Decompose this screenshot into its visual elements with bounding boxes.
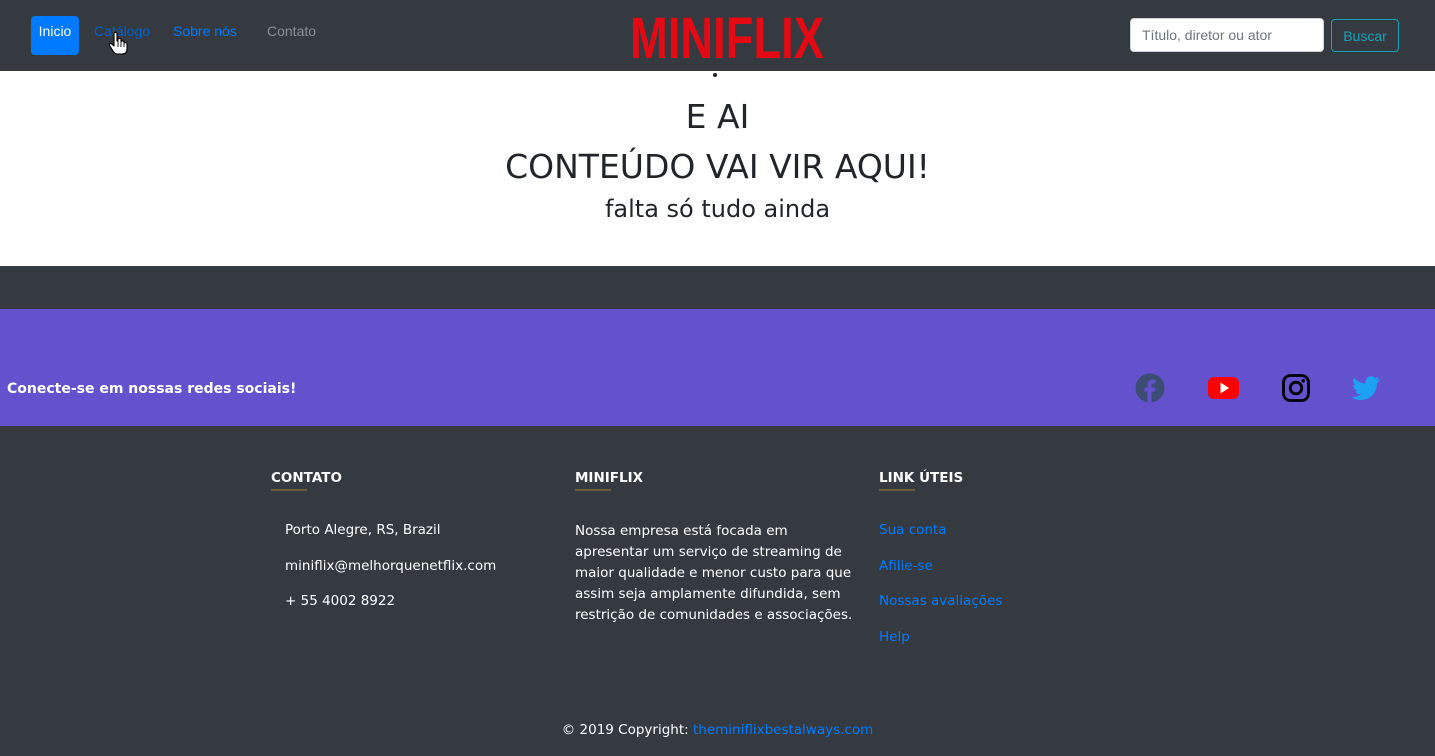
footer-copyright: © 2019 Copyright: theminiflixbestalways.…	[0, 722, 1435, 738]
footer-miniflix-title: MINIFLIX	[575, 470, 644, 486]
social-text: Conecte-se em nossas redes sociais!	[7, 381, 297, 397]
footer-links-divider	[879, 489, 915, 491]
navbar: Inicio Catálogo Sobre nós Contato MINIFL…	[0, 0, 1435, 71]
footer-contato-title: CONTATO	[271, 470, 342, 486]
footer-contato-divider	[271, 489, 307, 491]
nav-link-sobre-nos[interactable]: Sobre nós	[173, 16, 237, 55]
footer-phone: + 55 4002 8922	[285, 593, 396, 609]
facebook-icon[interactable]	[1135, 373, 1165, 403]
hero-dot	[713, 73, 717, 77]
hero-subheading: falta só tudo ainda	[604, 195, 831, 223]
search-button[interactable]: Buscar	[1331, 19, 1399, 52]
footer-address: Porto Alegre, RS, Brazil	[285, 522, 441, 538]
footer-description: Nossa empresa está focada em apresentar …	[575, 523, 853, 623]
instagram-icon[interactable]	[1281, 373, 1311, 403]
footer-link-afilie-se[interactable]: Afilie-se	[879, 558, 933, 574]
svg-text:MINIFLIX: MINIFLIX	[630, 6, 824, 64]
twitter-icon[interactable]	[1351, 373, 1381, 403]
nav-link-contato[interactable]: Contato	[267, 16, 316, 55]
nav-link-inicio[interactable]: Inicio	[31, 16, 79, 55]
footer-link-help[interactable]: Help	[879, 629, 910, 645]
social-bar: Conecte-se em nossas redes sociais!	[0, 309, 1435, 426]
hand-cursor-icon	[108, 31, 128, 55]
footer-email: miniflix@melhorquenetflix.com	[285, 558, 497, 574]
footer-link-sua-conta[interactable]: Sua conta	[879, 522, 947, 538]
youtube-icon[interactable]	[1208, 373, 1239, 403]
hero-heading-1: E AI	[685, 97, 750, 136]
copyright-text: © 2019 Copyright:	[561, 722, 693, 738]
footer-link-nossas-avaliacoes[interactable]: Nossas avaliações	[879, 593, 1002, 609]
miniflix-logo[interactable]: MINIFLIX	[629, 6, 825, 64]
copyright-link[interactable]: theminiflixbestalways.com	[693, 722, 873, 738]
footer-links-title: LINK ÚTEIS	[879, 470, 964, 486]
footer-miniflix-divider	[575, 489, 611, 491]
search-input[interactable]	[1130, 18, 1324, 52]
hero-section: E AI CONTEÚDO VAI VIR AQUI! falta só tud…	[0, 71, 1435, 266]
hero-heading-2: CONTEÚDO VAI VIR AQUI!	[505, 147, 930, 186]
